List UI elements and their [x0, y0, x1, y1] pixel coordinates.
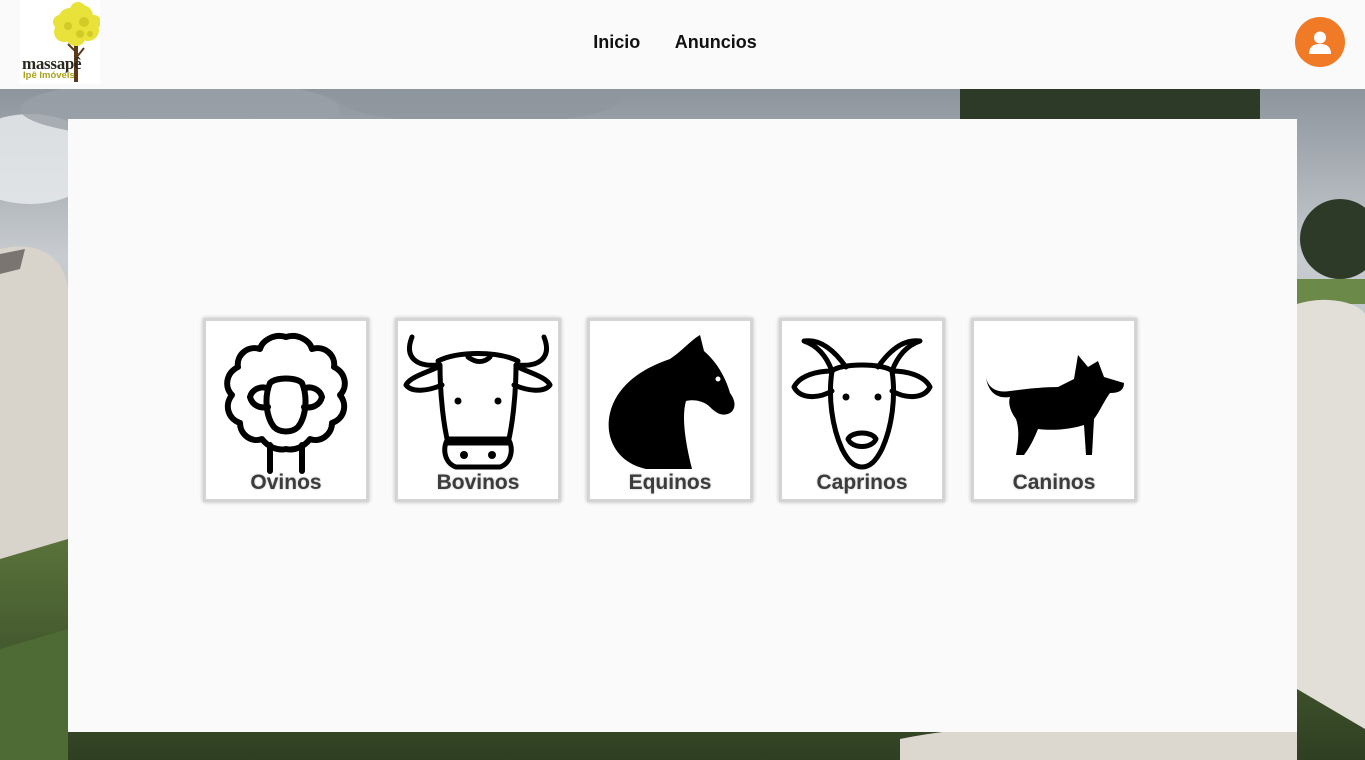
main-panel: Ovinos Bovinos Equinos Caprinos Caninos	[68, 119, 1297, 732]
category-card-caninos[interactable]: Caninos	[971, 318, 1137, 502]
category-label: Equinos	[628, 471, 712, 494]
dog-icon	[986, 355, 1124, 455]
category-label: Caprinos	[816, 471, 908, 494]
user-avatar-button[interactable]	[1295, 17, 1345, 67]
category-card-ovinos[interactable]: Ovinos	[203, 318, 369, 502]
category-label: Ovinos	[250, 471, 322, 494]
cow-icon	[403, 334, 553, 470]
main-nav: Inicio Anuncios	[0, 32, 1365, 53]
sheep-icon	[224, 333, 348, 474]
nav-anuncios[interactable]: Anuncios	[675, 32, 757, 53]
category-list: Ovinos Bovinos Equinos Caprinos Caninos	[203, 318, 1143, 502]
nav-inicio[interactable]: Inicio	[593, 32, 640, 53]
user-icon	[1309, 31, 1331, 54]
category-card-caprinos[interactable]: Caprinos	[779, 318, 945, 502]
category-label: Caninos	[1012, 471, 1096, 494]
horse-icon	[608, 335, 735, 469]
header: massapê Ipê Imóveis Inicio Anuncios	[0, 0, 1365, 89]
category-card-equinos[interactable]: Equinos	[587, 318, 753, 502]
logo-tagline: Ipê Imóveis	[23, 70, 75, 81]
category-label: Bovinos	[436, 471, 520, 494]
category-card-bovinos[interactable]: Bovinos	[395, 318, 561, 502]
goat-icon	[791, 338, 933, 470]
